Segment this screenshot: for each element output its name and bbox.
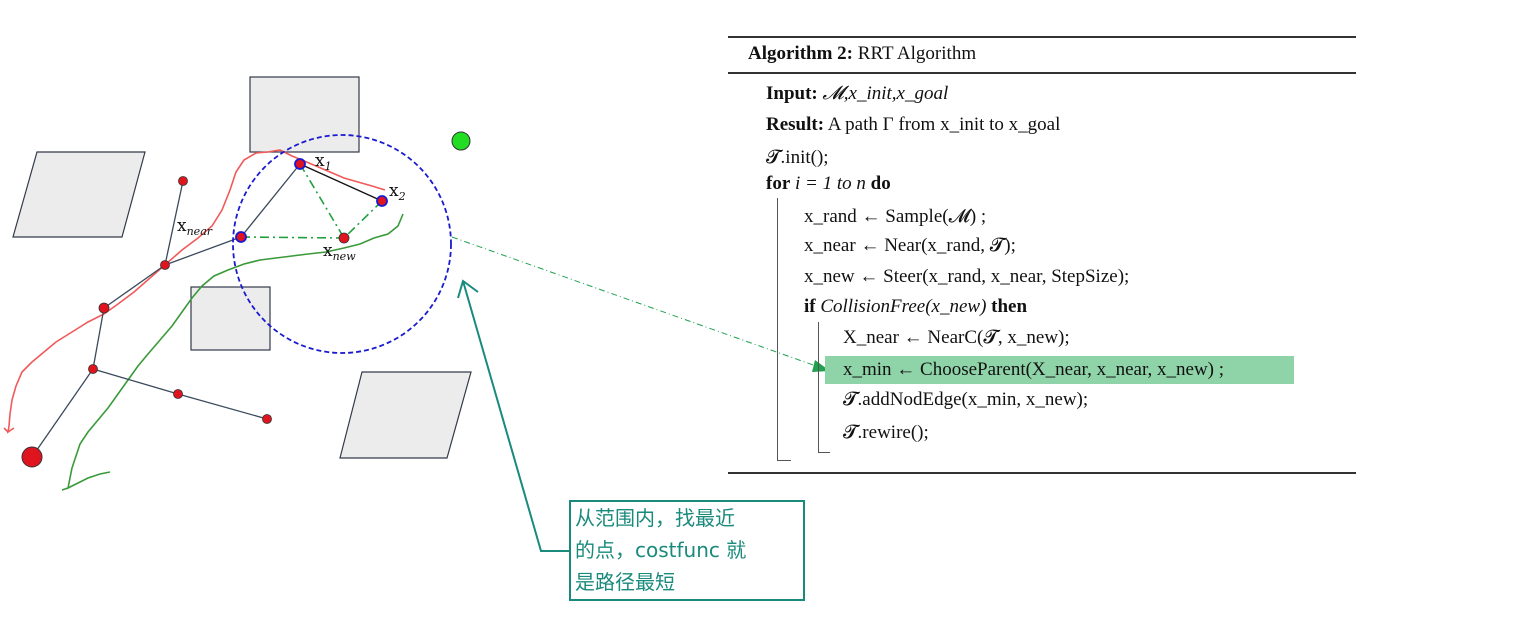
note-connector	[462, 280, 569, 552]
if-line: if CollisionFree(x_new) then	[804, 296, 1028, 317]
bottom-rule	[728, 472, 1356, 474]
near-line: x_near ← Near(x_rand, 𝓣);	[804, 235, 1016, 256]
for-block-end	[777, 460, 791, 461]
obstacle-parallelogram-left	[12, 151, 146, 238]
top-rule	[728, 36, 1356, 38]
tree-node	[160, 260, 170, 270]
for-block-bar	[777, 198, 778, 460]
tree-node	[98, 302, 110, 314]
note-line-1: 从范围内，找最近	[575, 506, 735, 530]
tree-node	[262, 414, 272, 424]
x2-label: x2	[389, 181, 406, 203]
tree-node	[88, 364, 98, 374]
x-near-node	[235, 231, 247, 243]
result-line: Result: A path Γ from x_init to x_goal	[766, 114, 1061, 135]
x-new-node	[338, 232, 350, 244]
if-block-end	[818, 452, 830, 453]
root-node	[21, 446, 43, 468]
rewire-line: 𝓣.rewire();	[843, 422, 929, 443]
note-line-3: 是路径最短	[575, 570, 675, 594]
sample-line: x_rand ← Sample(𝓜) ;	[804, 206, 987, 227]
note-line-2: 的点，costfunc 就	[575, 538, 747, 562]
input-line: Input: 𝓜,x_init,x_goal	[766, 83, 949, 104]
x1-label: x1	[315, 151, 332, 173]
tree-node	[173, 389, 183, 399]
x-new-label: xnew	[323, 241, 356, 263]
title-rule	[728, 72, 1356, 74]
obstacle-parallelogram-right	[339, 371, 472, 459]
if-block-bar	[818, 322, 819, 452]
tree-node	[178, 176, 188, 186]
candidate-edges	[240, 163, 383, 239]
obstacle-square-middle	[190, 286, 271, 351]
for-line: for i = 1 to n do	[766, 173, 891, 194]
x1-node	[294, 158, 306, 170]
x2-node	[376, 195, 388, 207]
add-edge-line: 𝓣.addNodEdge(x_min, x_new);	[843, 389, 1089, 410]
goal-node	[451, 131, 471, 151]
init-line: 𝓣.init();	[766, 147, 829, 168]
nearc-line: X_near ← NearC(𝓣, x_new);	[843, 327, 1070, 348]
algorithm-block: Algorithm 2: RRT Algorithm Input: 𝓜,x_in…	[728, 36, 1356, 474]
x-near-label: xnear	[177, 216, 213, 238]
steer-line: x_new ← Steer(x_rand, x_near, StepSize);	[804, 266, 1130, 287]
choose-parent-line: x_min ← ChooseParent(X_near, x_near, x_n…	[843, 359, 1225, 380]
algorithm-title: Algorithm 2: RRT Algorithm	[748, 43, 977, 64]
annotation-note: 从范围内，找最近 的点，costfunc 就 是路径最短	[569, 500, 805, 601]
